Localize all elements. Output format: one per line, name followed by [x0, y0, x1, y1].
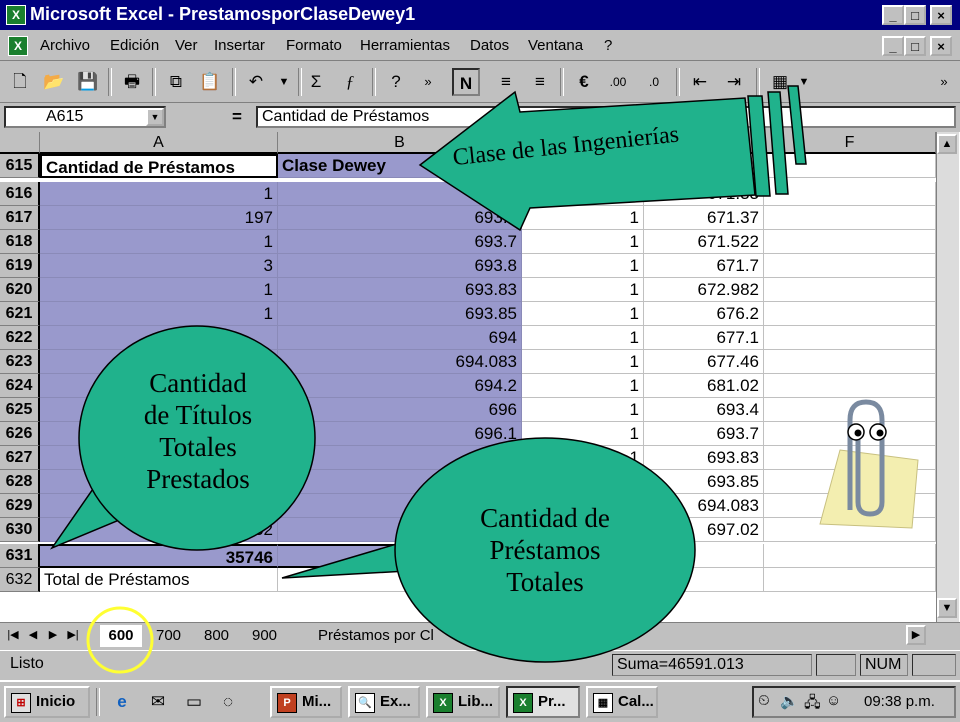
callout-left-line: Cantidad [149, 368, 247, 398]
callout-right-line: Totales [506, 567, 584, 597]
callout-left-line: Totales [159, 432, 237, 462]
office-assistant-paperclip-icon[interactable] [800, 390, 920, 530]
callout-left-line: de Títulos [143, 400, 253, 430]
callout-left-line: Prestados [146, 464, 250, 494]
annotation-overlay [49, 85, 807, 674]
arrow-stripe-3 [787, 85, 807, 165]
callout-left-text: Cantidad de Títulos Totales Prestados [80, 367, 316, 495]
callout-right-line: Préstamos [489, 535, 601, 565]
callout-right-text: Cantidad de Préstamos Totales [395, 502, 695, 598]
arrow-stripe-2 [767, 91, 789, 195]
callout-right-line: Cantidad de [480, 503, 610, 533]
highlight-circle [86, 606, 154, 674]
